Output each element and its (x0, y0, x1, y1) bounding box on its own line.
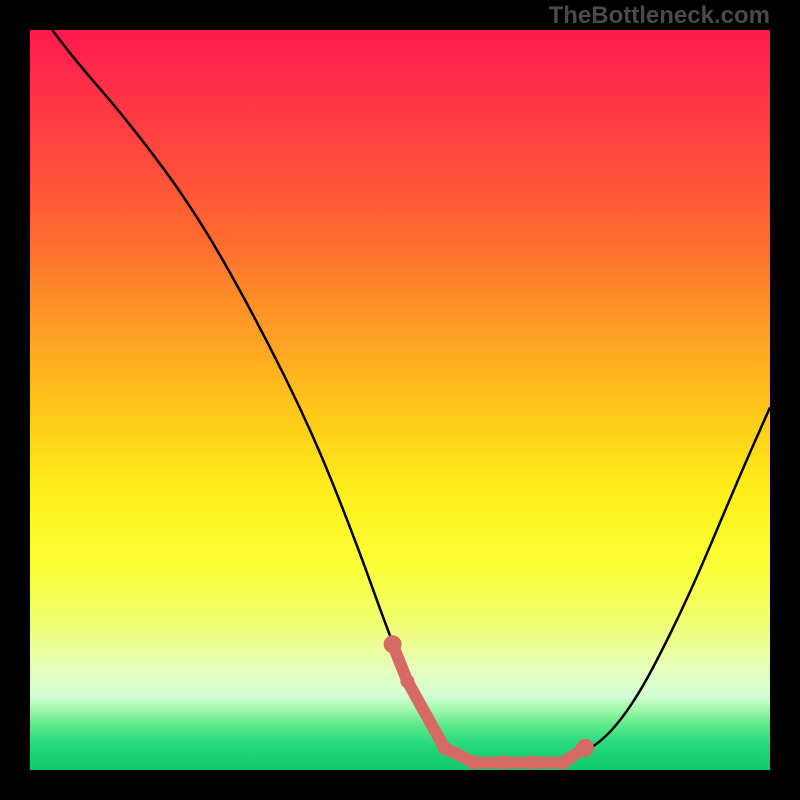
marker-dot (384, 635, 402, 653)
marker-dot (467, 756, 481, 770)
marker-dot (526, 756, 540, 770)
chart-area (30, 30, 770, 770)
marker-dot (437, 741, 451, 755)
marker-dot (576, 739, 594, 757)
watermark-text: TheBottleneck.com (549, 2, 770, 30)
marker-dot (556, 756, 570, 770)
marker-dot (400, 674, 414, 688)
chart-svg-layer (30, 30, 770, 770)
marker-dot (497, 756, 511, 770)
optimal-range-line (393, 644, 585, 762)
bottleneck-curve (52, 30, 770, 763)
